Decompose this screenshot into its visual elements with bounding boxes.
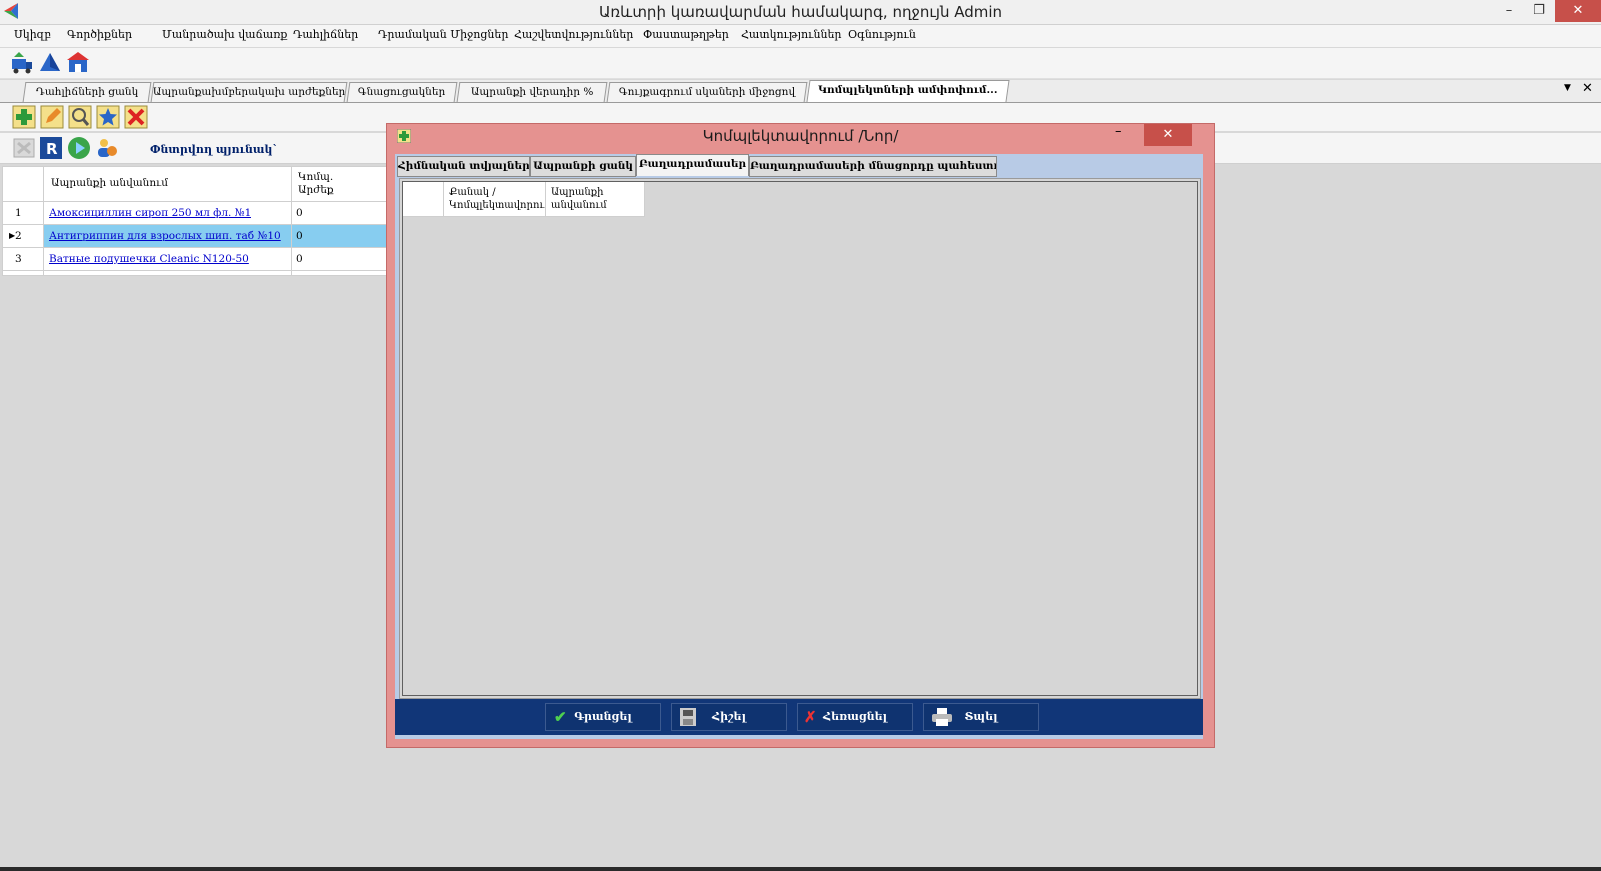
x-icon: ✗ <box>804 708 817 726</box>
tab-label: Ապրանքի վերադիր % <box>470 86 594 98</box>
components-grid: Քանակ /Կոմպլեկտավորու Ապրանքի անվանում <box>402 181 1198 696</box>
refresh-icon[interactable]: R <box>39 136 63 160</box>
menu-halls[interactable]: Դահլիճներ <box>293 28 358 41</box>
table-row-name-link[interactable]: Амоксициллин сироп 250 мл фл. №1 <box>49 207 251 219</box>
window-close-button[interactable]: ✕ <box>1555 0 1601 22</box>
tab-markup[interactable]: Ապրանքի վերադիր % <box>456 82 608 102</box>
row-value: 0 <box>296 253 303 265</box>
tab-close-icon[interactable]: ✕ <box>1582 81 1593 96</box>
search-icon[interactable] <box>68 105 92 129</box>
tab-label: Կոմպլեկտների ամփոփում... <box>818 84 998 96</box>
users-icon[interactable] <box>95 136 119 160</box>
print-button-label: Հիշել <box>712 710 746 723</box>
menu-start[interactable]: Սկիզբ <box>14 28 51 41</box>
tab-component-stock[interactable]: Բաղադրամասերի մնացորդը պահեստում <box>749 156 997 177</box>
dialog-body: Հիմնական տվյալներ Ապրանքի ցանկ Բաղադրամա… <box>395 154 1203 739</box>
dialog-close-button[interactable]: ✕ <box>1144 124 1192 146</box>
menu-cash[interactable]: Դրամական Միջոցներ <box>378 28 508 41</box>
row-number: 3 <box>15 253 22 265</box>
printer-icon <box>932 708 952 726</box>
play-icon[interactable] <box>67 136 91 160</box>
tab-halls-list[interactable]: Դահլիճների ցանկ <box>22 82 152 102</box>
menu-help[interactable]: Օգնություն <box>848 28 916 41</box>
grid-col-divider <box>43 167 44 275</box>
cancel-button[interactable]: ✗ Հեռացնել <box>797 703 913 731</box>
tab-product-list[interactable]: Ապրանքի ցանկ <box>530 156 636 177</box>
menu-retail[interactable]: Մանրածախ վաճառք <box>162 28 287 41</box>
tab-price-lists[interactable]: Գնացուցակներ <box>346 82 458 102</box>
add-icon[interactable] <box>12 105 36 129</box>
delete-icon[interactable] <box>124 105 148 129</box>
tab-label: Ապրանքախմբերակախ արժեքներ... <box>152 86 348 98</box>
check-icon: ✔ <box>554 708 567 726</box>
column-header-name[interactable]: Ապրանքի անվանում <box>51 177 168 189</box>
column-header-product[interactable]: Ապրանքի անվանում <box>551 186 641 212</box>
exit-button[interactable]: Տպել <box>923 703 1039 731</box>
title-bar: Առևտրի կառավարման համակարգ, ողջույն Admi… <box>0 0 1601 25</box>
tab-kits-summary[interactable]: Կոմպլեկտների ամփոփում... <box>806 80 1010 102</box>
star-icon[interactable] <box>96 105 120 129</box>
menu-reports[interactable]: Հաշվետվություններ <box>514 28 633 41</box>
window-title: Առևտրի կառավարման համակարգ, ողջույն Admi… <box>598 3 1003 21</box>
exit-button-label: Տպել <box>964 710 998 723</box>
pyramid-icon[interactable] <box>38 51 62 75</box>
edit-icon[interactable] <box>40 105 64 129</box>
tab-main-data[interactable]: Հիմնական տվյալներ <box>397 156 530 177</box>
grid-col-divider <box>291 167 292 275</box>
print-button[interactable]: Հիշել <box>671 703 787 731</box>
tab-dropdown-icon[interactable]: ▼ <box>1564 83 1571 93</box>
tab-label: Գույքագրում սկաների միջոցով <box>618 86 796 98</box>
document-tab-strip: Դահլիճների ցանկ Ապրանքախմբերակախ արժեքնե… <box>0 80 1601 103</box>
grid-row-line <box>3 201 388 202</box>
grid-row-line <box>3 224 388 225</box>
tab-components[interactable]: Բաղադրամասեր <box>636 154 749 176</box>
grid-col-divider <box>443 182 444 216</box>
dialog-minimize-button[interactable]: – <box>1115 124 1122 139</box>
tab-label: Դահլիճների ցանկ <box>35 86 139 98</box>
window-bottom-border <box>0 867 1601 871</box>
menu-properties[interactable]: Հատկություններ <box>741 28 841 41</box>
disk-icon <box>680 708 696 726</box>
components-panel: Քանակ /Կոմպլեկտավորու Ապրանքի անվանում <box>399 178 1201 699</box>
menu-documents[interactable]: Փաստաթղթեր <box>643 28 729 41</box>
tab-group-values[interactable]: Ապրանքախմբերակախ արժեքներ... <box>150 82 348 102</box>
save-button-label: Գրանցել <box>574 710 632 723</box>
kit-dialog: Կոմպլեկտավորում /Նոր/ – ☐ ✕ Հիմնական տվյ… <box>386 123 1215 748</box>
save-button[interactable]: ✔ Գրանցել <box>545 703 661 731</box>
row-number: 1 <box>15 207 22 219</box>
items-grid: Ապրանքի անվանում Կոմպ. Արժեք 1 Амоксицил… <box>2 166 389 276</box>
excel-disabled-icon[interactable] <box>12 136 36 160</box>
main-toolbar <box>0 48 1601 79</box>
warehouse-truck-icon[interactable] <box>10 51 34 75</box>
row-value: 0 <box>296 230 303 242</box>
minimize-button[interactable]: – <box>1495 0 1523 22</box>
dialog-footer: ✔ Գրանցել Հիշել ✗ Հեռացնել Տպել <box>395 699 1203 735</box>
tab-label: Գնացուցակներ <box>358 86 446 98</box>
cancel-button-label: Հեռացնել <box>822 710 888 723</box>
column-header-quantity[interactable]: Քանակ /Կոմպլեկտավորու <box>449 186 545 212</box>
dialog-title: Կոմպլեկտավորում /Նոր/ <box>702 127 899 145</box>
table-row-name-link[interactable]: Ватные подушечки Cleanic N120-50 <box>49 253 249 265</box>
search-field-label: Փնտրվող պյունակ` <box>150 143 278 156</box>
menu-bar: Սկիզբ Գործիքներ Մանրածախ վաճառք Դահլիճնե… <box>0 25 1601 47</box>
row-value: 0 <box>296 207 303 219</box>
grid-row-line <box>3 247 388 248</box>
row-number: 2 <box>15 230 22 242</box>
table-row-name-link[interactable]: Антигриппин для взрослых шип. таб №10 <box>49 230 281 242</box>
svg-text:R: R <box>46 140 58 158</box>
column-header-value[interactable]: Կոմպ. Արժեք <box>298 171 358 197</box>
store-icon[interactable] <box>66 51 90 75</box>
restore-button[interactable]: ❐ <box>1525 0 1553 22</box>
grid-col-divider <box>545 182 546 216</box>
tab-inventory-scanner[interactable]: Գույքագրում սկաների միջոցով <box>606 82 808 102</box>
grid-row-line <box>3 270 388 271</box>
components-grid-header: Քանակ /Կոմպլեկտավորու Ապրանքի անվանում <box>403 182 645 217</box>
menu-tools[interactable]: Գործիքներ <box>67 28 132 41</box>
